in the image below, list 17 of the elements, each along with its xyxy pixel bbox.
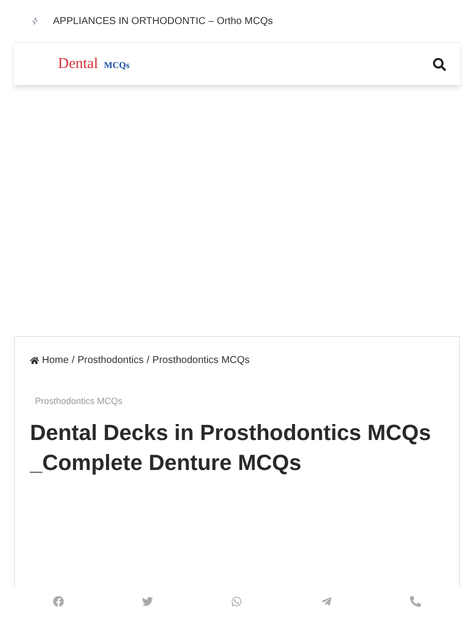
breadcrumb-link[interactable]: Prosthodontics bbox=[77, 353, 144, 368]
phone-icon bbox=[410, 596, 421, 606]
facebook-icon bbox=[53, 596, 64, 606]
paper-plane-icon bbox=[320, 596, 332, 606]
breadcrumb-link[interactable]: Prosthodontics MCQs bbox=[152, 353, 250, 368]
chat-bubble-icon bbox=[231, 596, 242, 606]
breaking-news-headline[interactable]: APPLIANCES IN ORTHODONTIC – Ortho MCQs bbox=[53, 14, 273, 28]
breadcrumb-separator: / bbox=[72, 354, 74, 368]
bird-icon bbox=[142, 596, 154, 606]
search-button[interactable] bbox=[431, 56, 448, 72]
logo-subtext[interactable]: MCQs bbox=[104, 58, 130, 72]
logo-text[interactable]: Dental bbox=[58, 52, 98, 76]
breadcrumb-separator: / bbox=[146, 354, 150, 368]
home-icon bbox=[30, 356, 39, 365]
breadcrumb-link[interactable]: Home bbox=[42, 353, 69, 368]
post-title: Dental Decks in Prosthodontics MCQs _Complete Denture MCQs bbox=[30, 419, 432, 477]
lightning-icon bbox=[31, 16, 39, 26]
